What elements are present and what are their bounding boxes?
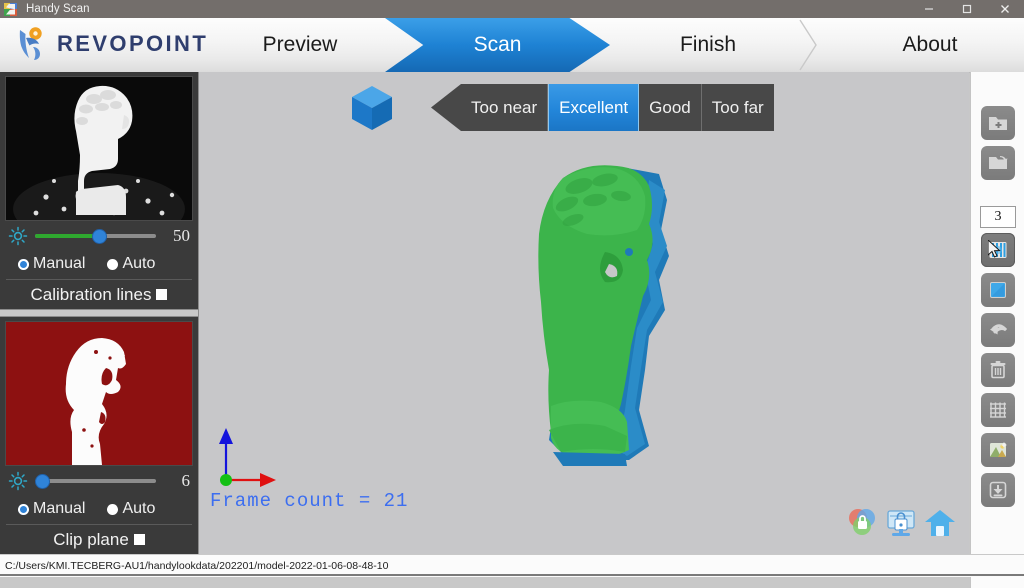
clip-plane-checkbox[interactable]: [133, 534, 145, 545]
depth-brightness-value: 6: [181, 471, 191, 490]
delete-icon[interactable]: [981, 353, 1015, 387]
scan-fringe-icon[interactable]: [981, 233, 1015, 267]
orientation-cube-icon[interactable]: [349, 84, 395, 132]
rgb-camera-panel: 50 Manual Auto Calibration lines: [0, 76, 198, 309]
main-navigation: Preview Scan Finish About: [200, 18, 1024, 72]
left-sidebar: 50 Manual Auto Calibration lines 6 Manua…: [0, 72, 199, 554]
window-title: Handy Scan: [26, 3, 90, 15]
calibration-lines-label: Calibration lines: [30, 284, 152, 304]
depth-manual-radio[interactable]: [18, 503, 29, 515]
close-icon[interactable]: [986, 0, 1024, 18]
depth-manual-label: Manual: [33, 500, 86, 517]
window-controls: [910, 0, 1024, 18]
calibration-lines-row[interactable]: Calibration lines: [0, 280, 198, 309]
scan-mesh: [509, 160, 699, 480]
fuse-cube-icon[interactable]: [981, 273, 1015, 307]
application-window: Handy Scan REVOPOINT Preview Scan Finish…: [0, 0, 1024, 588]
depth-brightness-row: 6: [0, 466, 198, 496]
new-project-icon[interactable]: [981, 106, 1015, 140]
tab-finish[interactable]: Finish: [618, 18, 798, 72]
tab-preview[interactable]: Preview: [210, 18, 390, 72]
depth-camera-panel: 6 Manual Auto Clip plane: [0, 321, 198, 554]
nav-separator-chevron-icon: [796, 18, 822, 72]
title-bar: Handy Scan: [0, 0, 1024, 18]
brightness-sun-icon: [8, 226, 28, 246]
right-toolbar: 3: [970, 72, 1024, 588]
distance-too-far: Too far: [701, 84, 774, 131]
depth-camera-preview: [5, 321, 193, 466]
distance-excellent: Excellent: [548, 84, 640, 131]
project-path: C:/Users/KMI.TECBERG-AU1/handylookdata/2…: [5, 560, 389, 572]
scan-counter-input[interactable]: 3: [980, 206, 1016, 228]
undo-icon[interactable]: [981, 313, 1015, 347]
depth-brightness-slider[interactable]: [35, 471, 156, 491]
rgb-manual-label: Manual: [33, 255, 86, 272]
brightness-sun-icon: [8, 471, 28, 491]
screen-lock-icon[interactable]: [884, 506, 918, 540]
depth-mode-row: Manual Auto: [0, 496, 198, 522]
calibration-lines-checkbox[interactable]: [156, 289, 168, 300]
rgb-camera-preview: [5, 76, 193, 221]
app-header: REVOPOINT Preview Scan Finish About: [0, 18, 1024, 73]
open-project-icon[interactable]: [981, 146, 1015, 180]
tab-scan[interactable]: Scan: [385, 18, 610, 72]
brand-name: REVOPOINT: [57, 31, 209, 56]
depth-auto-label: Auto: [122, 500, 156, 517]
depth-auto-radio[interactable]: [107, 503, 119, 515]
clip-plane-row[interactable]: Clip plane: [0, 525, 198, 554]
color-lock-icon[interactable]: [845, 506, 879, 540]
distance-good: Good: [639, 84, 702, 131]
mesh-grid-icon[interactable]: [981, 393, 1015, 427]
home-view-icon[interactable]: [923, 506, 957, 540]
revopoint-mark-icon: [12, 25, 50, 63]
brand-logo: REVOPOINT: [12, 22, 208, 66]
3d-viewport[interactable]: Too near Excellent Good Too far Frame co…: [199, 72, 969, 554]
rgb-brightness-slider[interactable]: [35, 226, 156, 246]
distance-indicator: Too near Excellent Good Too far: [431, 84, 774, 131]
tab-about[interactable]: About: [840, 18, 1020, 72]
rgb-auto-label: Auto: [122, 255, 156, 272]
axis-gizmo: [214, 424, 284, 494]
distance-too-near: Too near: [461, 84, 549, 131]
viewport-floating-buttons: [845, 506, 957, 540]
rgb-brightness-value: 50: [173, 226, 190, 245]
save-download-icon[interactable]: [981, 473, 1015, 507]
distance-arrow-icon: [431, 84, 461, 131]
texture-map-icon[interactable]: [981, 433, 1015, 467]
maximize-icon[interactable]: [948, 0, 986, 18]
rgb-manual-radio[interactable]: [18, 258, 29, 270]
app-logo-icon: [4, 2, 18, 16]
clip-plane-label: Clip plane: [53, 529, 129, 549]
panel-separator: [0, 309, 198, 317]
minimize-icon[interactable]: [910, 0, 948, 18]
rgb-brightness-row: 50: [0, 221, 198, 251]
rgb-auto-radio[interactable]: [107, 258, 119, 270]
frame-count-label: Frame count = 21: [210, 490, 409, 512]
rgb-mode-row: Manual Auto: [0, 251, 198, 277]
